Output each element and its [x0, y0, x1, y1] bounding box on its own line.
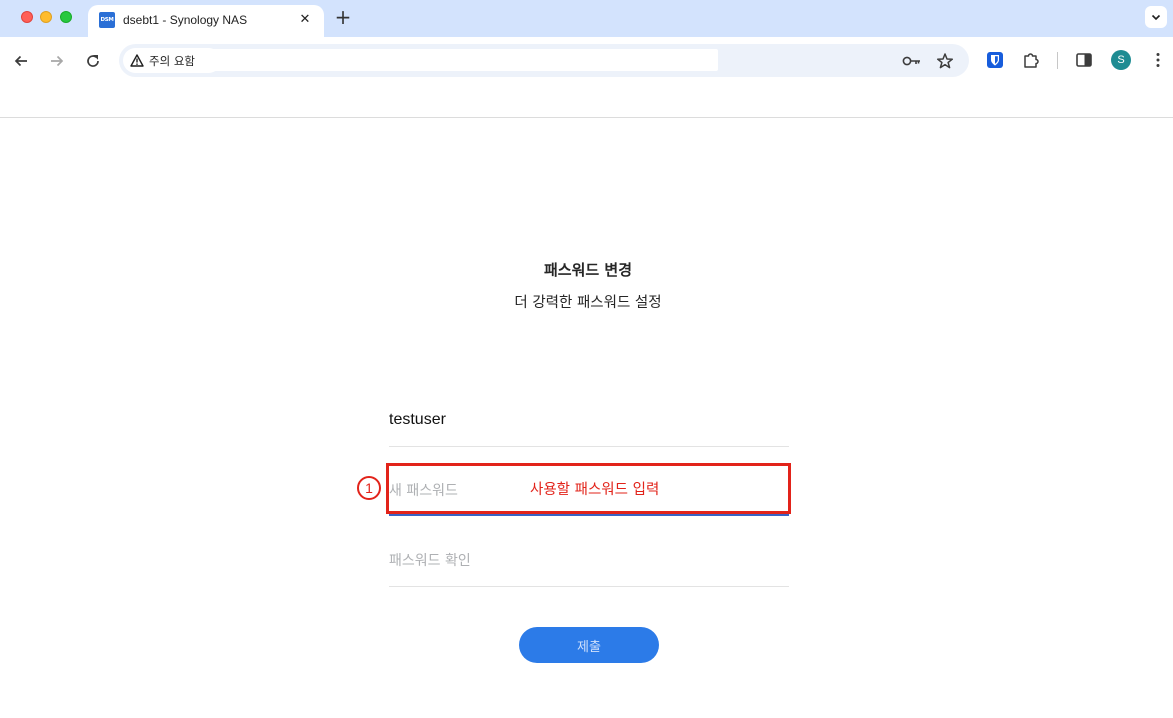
confirm-password-underline	[389, 586, 789, 587]
key-icon	[902, 56, 920, 66]
side-panel-button[interactable]	[1074, 50, 1094, 70]
annotation-label: 사용할 패스워드 입력	[530, 482, 660, 498]
bookmark-button[interactable]	[935, 51, 955, 71]
username-display: testuser	[389, 411, 446, 428]
reload-icon	[87, 55, 99, 67]
chevron-down-icon	[1151, 14, 1161, 21]
toolbar-separator	[1057, 52, 1058, 69]
profile-avatar[interactable]: S	[1111, 50, 1131, 70]
window-close-button[interactable]	[21, 11, 33, 23]
arrow-right-icon	[51, 55, 64, 67]
annotation-step-number: 1	[357, 476, 381, 500]
back-button[interactable]	[10, 50, 32, 72]
page-subtitle: 더 강력한 패스워드 설정	[514, 295, 662, 311]
url-text[interactable]	[206, 49, 718, 71]
puzzle-piece-icon	[1024, 53, 1039, 68]
submit-button[interactable]: 제출	[519, 627, 659, 663]
arrow-left-icon	[14, 55, 27, 67]
reload-button[interactable]	[82, 50, 104, 72]
tab-title: dsebt1 - Synology NAS	[123, 13, 248, 27]
bitwarden-extension-button[interactable]	[985, 50, 1005, 70]
warning-triangle-icon	[130, 54, 144, 67]
window-zoom-button[interactable]	[60, 11, 72, 23]
new-password-underline	[389, 514, 789, 516]
side-panel-icon	[1076, 53, 1092, 67]
username-underline	[389, 446, 789, 447]
window-minimize-button[interactable]	[40, 11, 52, 23]
browser-toolbar: 주의 요함 S	[0, 37, 1173, 84]
tab-close-icon[interactable]: ✕	[296, 11, 314, 29]
kebab-menu-icon	[1156, 53, 1160, 67]
browser-tab[interactable]: DSM dsebt1 - Synology NAS ✕	[88, 5, 324, 37]
browser-menu-button[interactable]	[1148, 50, 1168, 70]
star-icon	[936, 53, 954, 69]
dsm-favicon-icon: DSM	[99, 12, 115, 28]
extensions-button[interactable]	[1021, 50, 1041, 70]
forward-button[interactable]	[46, 50, 68, 72]
password-key-button[interactable]	[902, 51, 922, 71]
security-label: 주의 요함	[149, 53, 195, 68]
tab-search-button[interactable]	[1145, 6, 1167, 28]
page-header-divider	[0, 117, 1173, 118]
address-bar[interactable]: 주의 요함	[119, 44, 969, 77]
page-title: 패스워드 변경	[543, 261, 633, 279]
tab-bar: DSM dsebt1 - Synology NAS ✕ +	[0, 0, 1173, 37]
confirm-password-field[interactable]	[389, 542, 787, 580]
new-tab-button[interactable]: +	[334, 7, 352, 27]
shield-icon	[987, 52, 1003, 68]
